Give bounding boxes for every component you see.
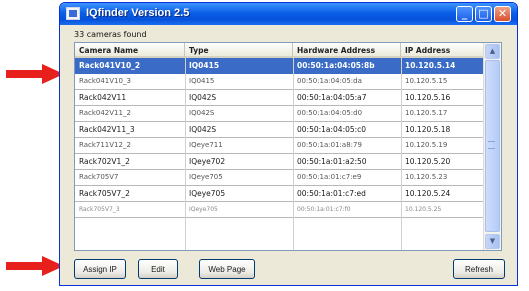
table-row[interactable]: Rack042V11_3 IQ042S 00:50:1a:04:05:c0 10… xyxy=(75,122,485,138)
cell-type: IQ0415 xyxy=(189,77,215,85)
title-bar[interactable]: IQfinder Version 2.5 _ □ ✕ xyxy=(60,3,517,25)
cell-hardware-address: 00:50:1a:04:05:d0 xyxy=(297,109,363,117)
web-page-button[interactable]: Web Page xyxy=(199,259,255,279)
cell-camera-name: Rack041V10_2 xyxy=(79,61,141,70)
cell-hardware-address: 00:50:1a:04:05:c0 xyxy=(297,125,367,134)
cell-ip-address: 10.120.5.17 xyxy=(405,109,448,117)
cell-type: IQeye705 xyxy=(189,206,218,213)
table-row[interactable]: Rack042V11 IQ042S 00:50:1a:04:05:a7 10.1… xyxy=(75,90,485,106)
window-title: IQfinder Version 2.5 xyxy=(86,7,190,19)
table-row[interactable]: Rack702V1_2 IQeye702 00:50:1a:01:a2:50 1… xyxy=(75,154,485,170)
column-divider xyxy=(293,58,294,250)
cell-camera-name: Rack711V12_2 xyxy=(79,141,131,149)
column-header-ip-address[interactable]: IP Address xyxy=(401,43,485,58)
cell-type: IQ042S xyxy=(189,109,215,117)
scroll-down-button[interactable]: ▼ xyxy=(485,234,500,249)
cell-hardware-address: 00:50:1a:01:c7:f0 xyxy=(297,206,351,213)
cell-camera-name: Rack042V11 xyxy=(79,93,127,102)
assign-ip-button[interactable]: Assign IP xyxy=(74,259,126,279)
cell-hardware-address: 00:50:1a:04:05:8b xyxy=(297,61,375,70)
cell-ip-address: 10.120.5.25 xyxy=(405,206,442,213)
cell-ip-address: 10.120.5.23 xyxy=(405,173,448,181)
column-divider xyxy=(401,58,402,250)
column-header-hardware-address[interactable]: Hardware Address xyxy=(293,43,401,58)
cell-camera-name: Rack705V7 xyxy=(79,173,119,181)
cell-hardware-address: 00:50:1a:04:05:a7 xyxy=(297,93,367,102)
cell-ip-address: 10.120.5.24 xyxy=(405,189,451,198)
camera-count-label: 33 cameras found xyxy=(74,30,147,39)
list-header: Camera Name Type Hardware Address IP Add… xyxy=(75,43,485,58)
table-row[interactable]: Rack041V10_2 IQ0415 00:50:1a:04:05:8b 10… xyxy=(75,58,485,74)
refresh-button[interactable]: Refresh xyxy=(453,259,505,279)
cell-type: IQ0415 xyxy=(189,61,220,70)
cell-hardware-address: 00:50:1a:01:c7:ed xyxy=(297,189,366,198)
camera-list[interactable]: Camera Name Type Hardware Address IP Add… xyxy=(74,42,502,251)
cell-camera-name: Rack042V11_3 xyxy=(79,125,135,134)
cell-ip-address: 10.120.5.16 xyxy=(405,93,451,102)
cell-hardware-address: 00:50:1a:01:a8:79 xyxy=(297,141,362,149)
minimize-button[interactable]: _ xyxy=(456,6,473,22)
cell-hardware-address: 00:50:1a:01:a2:50 xyxy=(297,157,367,166)
scroll-up-button[interactable]: ▲ xyxy=(485,44,500,59)
cell-camera-name: Rack702V1_2 xyxy=(79,157,130,166)
cell-camera-name: Rack705V7_3 xyxy=(79,206,120,213)
cell-camera-name: Rack042V11_2 xyxy=(79,109,131,117)
app-window: IQfinder Version 2.5 _ □ ✕ 33 cameras fo… xyxy=(59,2,518,286)
cell-type: IQeye705 xyxy=(189,189,226,198)
table-row[interactable]: Rack705V7_3 IQeye705 00:50:1a:01:c7:f0 1… xyxy=(75,202,485,218)
edit-button[interactable]: Edit xyxy=(138,259,178,279)
callout-arrow-button-icon xyxy=(6,256,64,276)
cell-hardware-address: 00:50:1a:04:05:da xyxy=(297,77,362,85)
table-row[interactable]: Rack705V7 IQeye705 00:50:1a:01:c7:e9 10.… xyxy=(75,170,485,186)
cell-ip-address: 10.120.5.15 xyxy=(405,77,448,85)
table-row[interactable]: Rack042V11_2 IQ042S 00:50:1a:04:05:d0 10… xyxy=(75,106,485,122)
cell-ip-address: 10.120.5.18 xyxy=(405,125,451,134)
cell-camera-name: Rack705V7_2 xyxy=(79,189,130,198)
table-row[interactable]: Rack705V7_2 IQeye705 00:50:1a:01:c7:ed 1… xyxy=(75,186,485,202)
callout-arrow-row-icon xyxy=(6,64,64,84)
cell-type: IQ042S xyxy=(189,93,217,102)
column-divider xyxy=(185,58,186,250)
cell-type: IQ042S xyxy=(189,125,217,134)
table-row[interactable]: Rack711V12_2 IQeye711 00:50:1a:01:a8:79 … xyxy=(75,138,485,154)
table-row[interactable]: Rack041V10_3 IQ0415 00:50:1a:04:05:da 10… xyxy=(75,74,485,90)
cell-type: IQeye702 xyxy=(189,157,226,166)
cell-hardware-address: 00:50:1a:01:c7:e9 xyxy=(297,173,362,181)
cell-type: IQeye705 xyxy=(189,173,223,181)
scroll-grip-icon xyxy=(488,141,495,149)
vertical-scrollbar[interactable]: ▲ ▼ xyxy=(483,43,501,250)
column-header-camera-name[interactable]: Camera Name xyxy=(75,43,185,58)
column-header-type[interactable]: Type xyxy=(185,43,293,58)
app-icon xyxy=(66,7,80,20)
close-button[interactable]: ✕ xyxy=(494,6,511,22)
cell-ip-address: 10.120.5.19 xyxy=(405,141,448,149)
cell-ip-address: 10.120.5.14 xyxy=(405,61,456,70)
cell-ip-address: 10.120.5.20 xyxy=(405,157,451,166)
maximize-button[interactable]: □ xyxy=(475,6,492,22)
cell-camera-name: Rack041V10_3 xyxy=(79,77,131,85)
cell-type: IQeye711 xyxy=(189,141,223,149)
